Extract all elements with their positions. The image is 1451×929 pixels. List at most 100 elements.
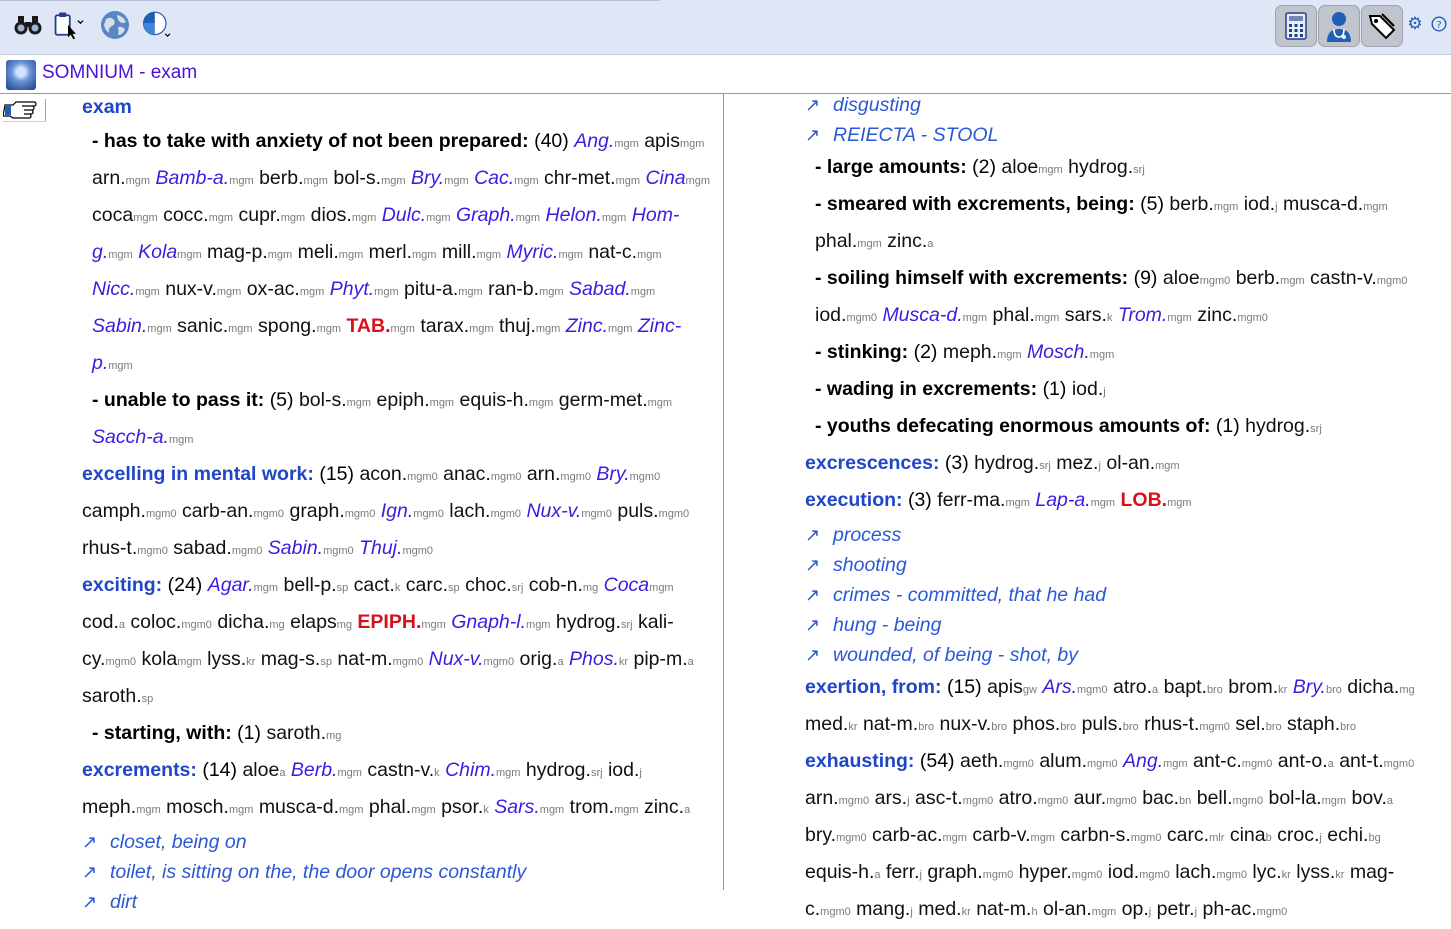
remedy-name[interactable]: Ars.	[1042, 676, 1077, 698]
cross-reference-label[interactable]: process	[833, 524, 901, 546]
remedy-name[interactable]: germ-met.	[559, 389, 648, 411]
remedy[interactable]: hyper.mgm0	[1019, 861, 1103, 883]
remedy[interactable]: meli.mgm	[298, 241, 364, 263]
remedy[interactable]: iod.j	[1244, 193, 1278, 215]
remedy-name[interactable]: bov.	[1351, 787, 1386, 809]
remedy-name[interactable]: aloe	[1163, 267, 1200, 289]
remedy-name[interactable]: bell-p.	[283, 574, 336, 596]
remedy-name[interactable]: berb.	[259, 167, 303, 189]
remedy-name[interactable]: tarax.	[420, 315, 469, 337]
remedy[interactable]: staph.bro	[1287, 713, 1356, 735]
rubric-label[interactable]: excrescences:	[805, 452, 939, 474]
subrubric-label[interactable]: - soiling himself with excrements:	[815, 267, 1128, 289]
remedy-name[interactable]: lyss.	[207, 648, 246, 670]
remedy-name[interactable]: Phos.	[569, 648, 619, 670]
cross-reference-link[interactable]: ↗ disgusting	[805, 90, 1435, 120]
remedy[interactable]: Dulc.mgm	[382, 204, 451, 226]
remedy[interactable]: op.j	[1122, 898, 1152, 920]
remedy[interactable]: atro.a	[1113, 676, 1158, 698]
remedy-name[interactable]: hydrog.	[526, 759, 591, 781]
remedy[interactable]: nux-v.bro	[940, 713, 1008, 735]
rubric-label[interactable]: execution:	[805, 489, 903, 511]
remedy[interactable]: graph.mgm0	[289, 500, 375, 522]
subrubric-label[interactable]: - large amounts:	[815, 156, 967, 178]
remedy[interactable]: dios.mgm	[311, 204, 377, 226]
remedy[interactable]: asc-t.mgm0	[915, 787, 993, 809]
remedy-name[interactable]: phal.	[369, 796, 411, 818]
remedy[interactable]: Nicc.mgm	[92, 278, 160, 300]
remedy-name[interactable]: carb-an.	[182, 500, 254, 522]
remedy[interactable]: cinab	[1230, 824, 1272, 846]
remedy[interactable]: choc.srj	[465, 574, 523, 596]
remedy-name[interactable]: camph.	[82, 500, 146, 522]
remedy-name[interactable]: phal.	[815, 230, 857, 252]
remedy-name[interactable]: mosch.	[166, 796, 229, 818]
remedy-name[interactable]: hydrog.	[974, 452, 1039, 474]
remedy-name[interactable]: aloe	[1001, 156, 1038, 178]
remedy[interactable]: sel.bro	[1235, 713, 1281, 735]
remedy[interactable]: ox-ac.mgm	[247, 278, 325, 300]
remedy-name[interactable]: Thuj.	[359, 537, 402, 559]
remedy-name[interactable]: merl.	[369, 241, 412, 263]
remedy[interactable]: mill.mgm	[442, 241, 501, 263]
remedy[interactable]: bell.mgm0	[1197, 787, 1263, 809]
rubric-label[interactable]: exam	[82, 96, 132, 118]
remedy[interactable]: trom.mgm	[570, 796, 639, 818]
remedy-name[interactable]: cod.	[82, 611, 119, 633]
remedy-name[interactable]: ox-ac.	[247, 278, 300, 300]
remedy-name[interactable]: kola	[141, 648, 177, 670]
remedy-name[interactable]: sel.	[1235, 713, 1265, 735]
remedy-name[interactable]: bol-s.	[299, 389, 347, 411]
remedy[interactable]: cocamgm	[92, 204, 158, 226]
cross-reference-label[interactable]: shooting	[833, 554, 907, 576]
remedy[interactable]: sabad.mgm0	[173, 537, 262, 559]
remedy[interactable]: carbn-s.mgm0	[1060, 824, 1161, 846]
remedy[interactable]: LOB.mgm	[1121, 489, 1192, 511]
remedy[interactable]: bov.a	[1351, 787, 1393, 809]
clipboard-cursor-icon[interactable]	[52, 9, 84, 41]
remedy-name[interactable]: zinc.	[887, 230, 927, 252]
remedy[interactable]: carb-ac.mgm	[872, 824, 967, 846]
remedy-name[interactable]: ars.	[875, 787, 908, 809]
remedy[interactable]: iod.mgm0	[815, 304, 877, 326]
remedy-name[interactable]: meli.	[298, 241, 339, 263]
remedy[interactable]: iod.j	[608, 759, 642, 781]
remedy-name[interactable]: nux-v.	[165, 278, 217, 300]
remedy[interactable]: Graph.mgm	[456, 204, 540, 226]
remedy-name[interactable]: carbn-s.	[1060, 824, 1130, 846]
subrubric-label[interactable]: - smeared with excrements, being:	[815, 193, 1135, 215]
remedy[interactable]: lyss.kr	[207, 648, 255, 670]
remedy-name[interactable]: ol-an.	[1106, 452, 1155, 474]
remedy-name[interactable]: pip-m.	[633, 648, 687, 670]
cross-reference-link[interactable]: ↗ shooting	[805, 550, 1435, 580]
remedy-name[interactable]: saroth.	[82, 685, 142, 707]
rubric-label[interactable]: excrements:	[82, 759, 197, 781]
remedy[interactable]: meph.mgm	[82, 796, 161, 818]
pie-chart-icon[interactable]	[142, 9, 174, 41]
remedy-name[interactable]: Bry.	[1293, 676, 1326, 698]
remedy-name[interactable]: sabad.	[173, 537, 232, 559]
remedy[interactable]: Lap-a.mgm	[1035, 489, 1115, 511]
remedy-name[interactable]: orig.	[520, 648, 558, 670]
remedy-name[interactable]: bol-s.	[333, 167, 381, 189]
remedy[interactable]: aloemgm	[1001, 156, 1062, 178]
remedy-name[interactable]: Agar.	[208, 574, 254, 596]
remedy-name[interactable]: pitu-a.	[404, 278, 458, 300]
remedy-name[interactable]: Nux-v.	[429, 648, 484, 670]
remedy[interactable]: saroth.mg	[266, 722, 341, 744]
remedy[interactable]: orig.a	[520, 648, 564, 670]
remedy[interactable]: tarax.mgm	[420, 315, 493, 337]
remedy-name[interactable]: carc.	[1167, 824, 1209, 846]
remedy-name[interactable]: med.	[805, 713, 848, 735]
pointing-hand-icon[interactable]	[2, 99, 46, 122]
remedy-name[interactable]: TAB.	[346, 315, 390, 337]
remedy-name[interactable]: hyper.	[1019, 861, 1072, 883]
remedy-name[interactable]: dicha.	[1347, 676, 1399, 698]
remedy-name[interactable]: arn.	[527, 463, 561, 485]
remedy-name[interactable]: bry.	[805, 824, 836, 846]
remedy-name[interactable]: zinc.	[644, 796, 684, 818]
remedy[interactable]: phal.mgm	[815, 230, 882, 252]
remedy[interactable]: Phos.kr	[569, 648, 628, 670]
remedy[interactable]: Bry.bro	[1293, 676, 1342, 698]
remedy-name[interactable]: carb-v.	[972, 824, 1030, 846]
